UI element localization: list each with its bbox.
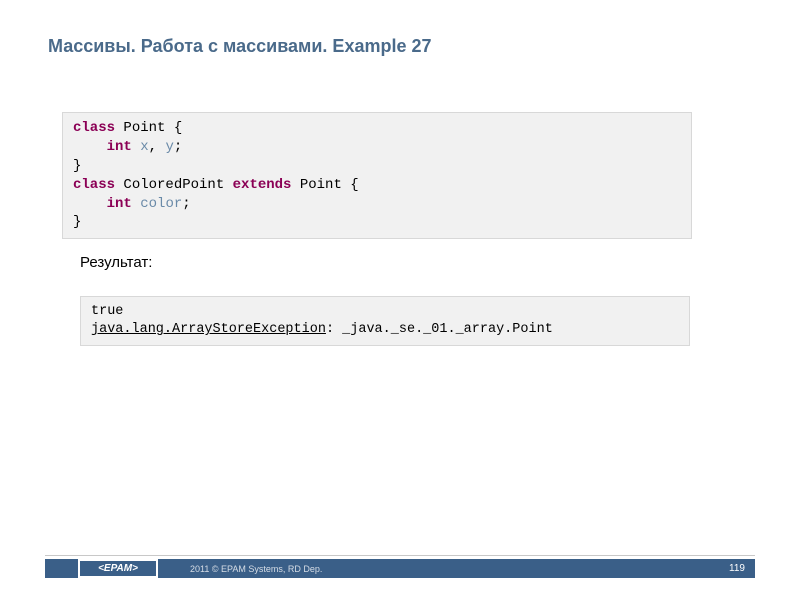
code-space: [132, 196, 140, 212]
keyword-class: class: [73, 177, 115, 193]
copyright-text: 2011 © EPAM Systems, RD Dep.: [190, 559, 322, 578]
code-semicolon: ;: [174, 139, 182, 155]
page-number: 119: [729, 559, 745, 578]
code-text: Point {: [291, 177, 358, 193]
footer-divider: [45, 555, 755, 556]
keyword-int: int: [107, 139, 132, 155]
result-label: Результат:: [80, 254, 152, 271]
slide: Массивы. Работа с массивами. Example 27 …: [0, 0, 800, 600]
variable-x: x: [140, 139, 148, 155]
output-exception: java.lang.ArrayStoreException: [91, 322, 326, 337]
code-comma: ,: [149, 139, 166, 155]
code-space: [132, 139, 140, 155]
variable-color: color: [140, 196, 182, 212]
logo: <EPAM>: [78, 559, 158, 578]
output-text: : _java._se._01._array.Point: [326, 322, 553, 337]
code-indent: [73, 196, 107, 212]
code-text: Point {: [115, 120, 182, 136]
variable-y: y: [165, 139, 173, 155]
code-brace: }: [73, 158, 81, 174]
code-block: class Point { int x, y; } class ColoredP…: [62, 112, 692, 239]
keyword-extends: extends: [233, 177, 292, 193]
code-text: ColoredPoint: [115, 177, 233, 193]
code-semicolon: ;: [182, 196, 190, 212]
keyword-class: class: [73, 120, 115, 136]
code-indent: [73, 139, 107, 155]
output-block: true java.lang.ArrayStoreException: _jav…: [80, 296, 690, 346]
output-line: true: [91, 304, 123, 319]
keyword-int: int: [107, 196, 132, 212]
slide-title: Массивы. Работа с массивами. Example 27: [48, 36, 432, 57]
code-brace: }: [73, 214, 81, 230]
logo-text: <EPAM>: [98, 563, 138, 574]
